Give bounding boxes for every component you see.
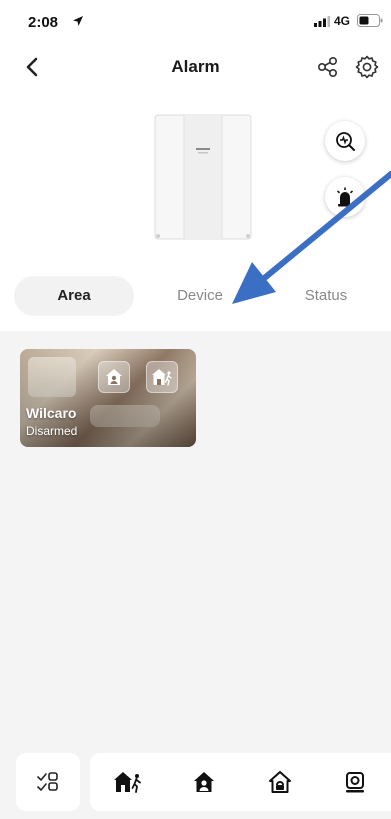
area-status: Disarmed [26,424,78,438]
diagnostics-button[interactable] [325,121,365,161]
multi-select-button[interactable] [16,753,80,811]
nav-bar: Alarm [0,44,391,90]
away-arm-icon [114,772,141,793]
area-card-wilcaro[interactable]: Wilcaro Disarmed [20,349,196,447]
stay-arm-all-button[interactable] [166,753,242,811]
disarm-icon [269,771,291,793]
away-arm-icon [152,369,172,386]
battery-icon [357,14,383,27]
share-icon[interactable] [316,55,340,79]
tab-status[interactable]: Status [266,276,386,316]
status-bar: 2:08 4G [0,0,391,44]
clear-alarm-button[interactable] [318,753,391,811]
signal-icon [314,16,330,27]
away-arm-all-button[interactable] [90,753,166,811]
stay-arm-button[interactable] [98,361,130,393]
alarm-panel-image [154,114,252,240]
clear-alarm-icon [345,772,364,793]
diagnostics-icon [336,132,355,151]
tab-area[interactable]: Area [14,276,134,316]
bottom-toolbar [0,751,391,819]
away-arm-button[interactable] [146,361,178,393]
tab-bar: Area Device Status [14,276,384,316]
location-arrow-icon [73,16,83,26]
disarm-all-button[interactable] [242,753,318,811]
area-list: Wilcaro Disarmed [0,331,391,751]
status-time: 2:08 [28,14,59,31]
gear-icon[interactable] [354,54,380,80]
tab-device[interactable]: Device [140,276,260,316]
siren-button[interactable] [325,177,365,217]
multi-select-icon [37,772,58,792]
stay-arm-icon [106,369,122,385]
area-name: Wilcaro [26,405,77,421]
siren-icon [336,187,354,207]
stay-arm-icon [194,772,214,792]
network-type: 4G [334,14,351,28]
